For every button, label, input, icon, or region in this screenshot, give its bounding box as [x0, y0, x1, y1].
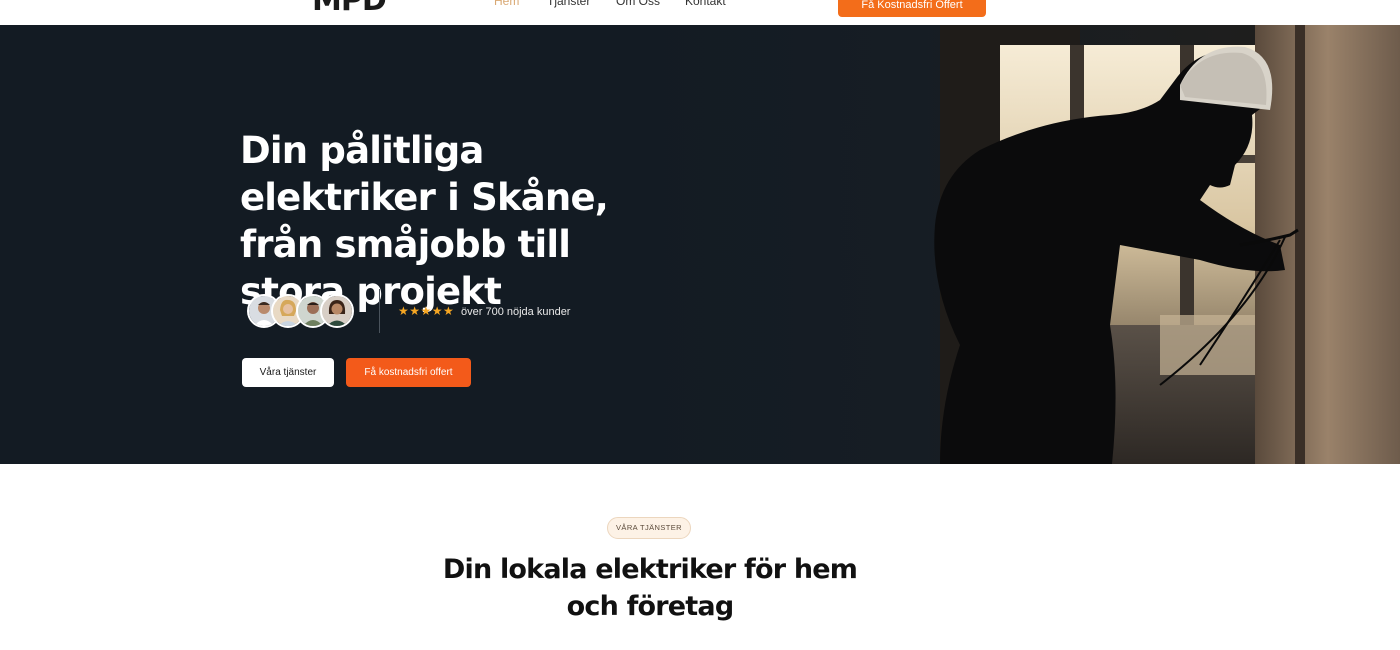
header-quote-button[interactable]: Få Kostnadsfri Offert — [838, 0, 986, 17]
quote-button[interactable]: Få kostnadsfri offert — [346, 358, 471, 387]
customer-avatars — [247, 294, 359, 328]
nav-link-om-oss[interactable]: Om Oss — [616, 0, 660, 8]
nav-link-hem[interactable]: Hem — [494, 0, 519, 8]
section-eyebrow-badge: VÅRA TJÄNSTER — [607, 517, 691, 539]
services-button[interactable]: Våra tjänster — [242, 358, 334, 387]
logo[interactable]: MPD — [312, 0, 387, 16]
hero-section: Din pålitliga elektriker i Skåne, från s… — [0, 25, 1400, 464]
reviews-count: över 700 nöjda kunder — [461, 306, 571, 318]
star-icon: ★★★★★ — [398, 304, 455, 318]
rating-divider — [379, 289, 380, 333]
nav-link-kontakt[interactable]: Kontakt — [685, 0, 726, 8]
site-header: MPD Hem Tjänster Om Oss Kontakt Få Kostn… — [0, 0, 1400, 25]
hero-image-electrician — [640, 25, 1400, 464]
section-title: Din lokala elektriker för hem och företa… — [442, 554, 858, 622]
hero-title: Din pålitliga elektriker i Skåne, från s… — [240, 129, 609, 313]
avatar — [320, 294, 354, 328]
nav-link-tjanster[interactable]: Tjänster — [547, 0, 590, 8]
